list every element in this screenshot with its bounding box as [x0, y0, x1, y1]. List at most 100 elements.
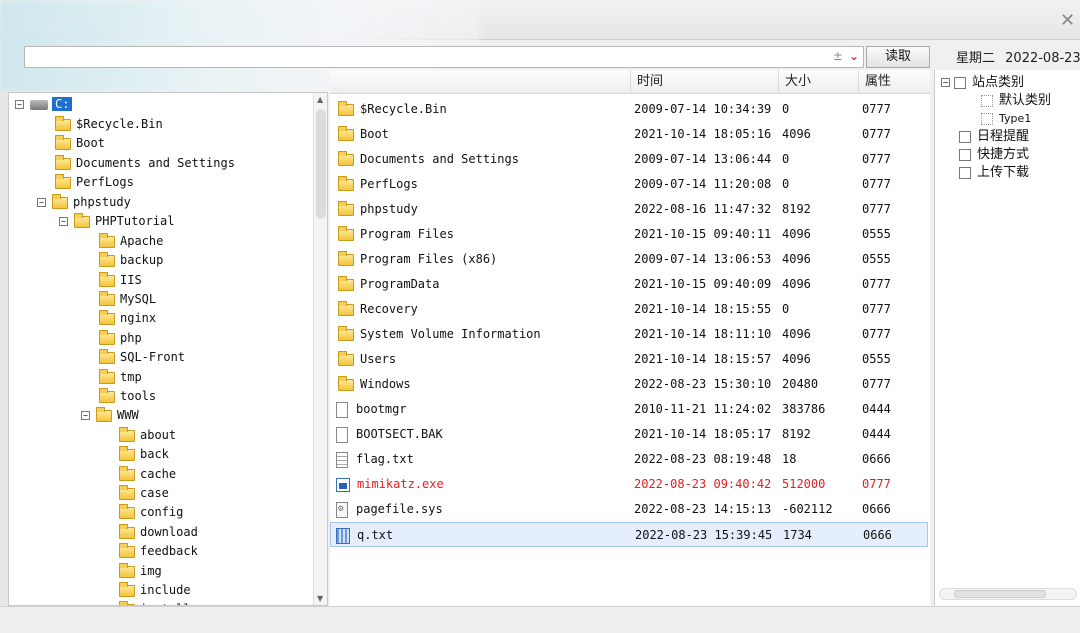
tree-node[interactable]: IIS — [99, 271, 142, 290]
column-attr[interactable]: 属性 — [858, 70, 930, 94]
file-row[interactable]: System Volume Information 2021-10-14 18:1… — [330, 322, 928, 347]
tree-label: include — [140, 583, 191, 597]
file-row[interactable]: flag.txt 2022-08-23 08:19:48 18 0666 — [330, 447, 928, 472]
tree-node-schedule[interactable]: 日程提醒 — [959, 128, 1029, 146]
collapse-icon[interactable]: − — [941, 78, 950, 87]
file-row[interactable]: Boot 2021-10-14 18:05:16 4096 0777 — [330, 122, 928, 147]
column-size[interactable]: 大小 — [778, 70, 858, 94]
tree-node[interactable]: php — [99, 329, 142, 348]
tree-node-site-category[interactable]: − 站点类别 — [941, 74, 1024, 92]
tree-node[interactable]: tmp — [99, 368, 142, 387]
file-row[interactable]: bootmgr 2010-11-21 11:24:02 383786 0444 — [330, 397, 928, 422]
file-name: Recovery — [360, 302, 418, 316]
folder-icon — [338, 300, 354, 316]
scroll-down-icon[interactable]: ▼ — [317, 594, 323, 603]
close-icon[interactable]: ✕ — [1060, 12, 1075, 30]
tree-node[interactable]: include — [119, 581, 191, 600]
file-row[interactable]: Windows 2022-08-23 15:30:10 20480 0777 — [330, 372, 928, 397]
folder-icon — [119, 581, 135, 597]
tree-node[interactable]: config — [119, 503, 183, 522]
tree-node[interactable]: back — [119, 445, 169, 464]
collapse-icon[interactable]: − — [81, 411, 90, 420]
tree-node[interactable]: − phpstudy — [37, 193, 131, 212]
file-row-selected[interactable]: q.txt 2022-08-23 15:39:45 1734 0666 — [330, 522, 928, 547]
tree-node-type1[interactable]: Type1 — [981, 110, 1031, 128]
column-name[interactable] — [330, 70, 630, 94]
tree-node[interactable]: − WWW — [81, 406, 139, 425]
scroll-thumb[interactable] — [954, 590, 1046, 598]
file-row[interactable]: PerfLogs 2009-07-14 11:20:08 0 0777 — [330, 172, 928, 197]
tree-node[interactable]: MySQL — [99, 290, 156, 309]
scroll-up-icon[interactable]: ▲ — [317, 95, 323, 104]
file-time: 2010-11-21 11:24:02 — [634, 402, 772, 416]
tree-node[interactable]: about — [119, 426, 176, 445]
path-input[interactable]: ± ⌄ — [24, 46, 864, 68]
tree-node-default-category[interactable]: 默认类别 — [981, 92, 1051, 110]
tree-node[interactable]: $Recycle.Bin — [55, 115, 163, 134]
file-row[interactable]: mimikatz.exe 2022-08-23 09:40:42 512000 077… — [330, 472, 928, 497]
tree-node[interactable]: tools — [99, 387, 156, 406]
folder-icon — [119, 503, 135, 519]
tree-node[interactable]: Boot — [55, 134, 105, 153]
file-row[interactable]: Program Files (x86) 2009-07-14 13:06:53 40… — [330, 247, 928, 272]
path-controls[interactable]: ± ⌄ — [833, 49, 859, 63]
tree-node-shortcut[interactable]: 快捷方式 — [959, 146, 1029, 164]
horizontal-scrollbar[interactable] — [939, 588, 1077, 600]
date-label: 2022-08-23 — [1005, 51, 1080, 66]
tree-node-drive[interactable]: − C: — [15, 95, 73, 114]
tree-node[interactable]: PerfLogs — [55, 173, 134, 192]
column-time[interactable]: 时间 — [630, 70, 778, 94]
chevron-down-icon[interactable]: ⌄ — [849, 49, 859, 63]
file-size: 4096 — [782, 352, 811, 366]
file-name: $Recycle.Bin — [360, 102, 447, 116]
tree-label: tools — [120, 389, 157, 403]
file-attr: 0555 — [862, 252, 891, 266]
tree-node-upload-download[interactable]: 上传下载 — [959, 164, 1029, 182]
file-row[interactable]: pagefile.sys 2022-08-23 14:15:13 -602112 06… — [330, 497, 928, 522]
tree-scrollbar[interactable]: ▲ ▼ — [313, 93, 327, 605]
file-row[interactable]: $Recycle.Bin 2009-07-14 10:34:39 0 0777 — [330, 97, 928, 122]
tree-node[interactable]: case — [119, 484, 169, 503]
file-attr: 0777 — [862, 327, 891, 341]
file-row[interactable]: Program Files 2021-10-15 09:40:11 4096 0555 — [330, 222, 928, 247]
tree-node[interactable]: backup — [99, 251, 163, 270]
file-row[interactable]: BOOTSECT.BAK 2021-10-14 18:05:17 8192 0444 — [330, 422, 928, 447]
tree-label: Boot — [76, 136, 105, 150]
file-time: 2021-10-14 18:15:57 — [634, 352, 772, 366]
tree-label: PerfLogs — [76, 175, 134, 189]
collapse-icon[interactable]: − — [37, 198, 46, 207]
tree-node[interactable]: SQL-Front — [99, 348, 185, 367]
collapse-icon[interactable]: − — [59, 217, 68, 226]
file-row[interactable]: phpstudy 2022-08-16 11:47:32 8192 0777 — [330, 197, 928, 222]
scroll-thumb[interactable] — [316, 109, 326, 219]
file-size: 4096 — [782, 227, 811, 241]
read-button[interactable]: 读取 — [866, 46, 930, 68]
directory-tree[interactable]: − C: $Recycle.Bin Boot Documents and Sett… — [8, 92, 328, 606]
tree-node[interactable]: nginx — [99, 309, 156, 328]
collapse-icon[interactable]: − — [15, 100, 24, 109]
file-name: flag.txt — [356, 452, 414, 466]
tree-node[interactable]: img — [119, 562, 162, 581]
tree-node[interactable]: Documents and Settings — [55, 154, 235, 173]
file-attr: 0444 — [862, 427, 891, 441]
file-attr: 0777 — [862, 177, 891, 191]
file-row[interactable]: Documents and Settings 2009-07-14 13:06:4… — [330, 147, 928, 172]
file-time: 2021-10-14 18:15:55 — [634, 302, 772, 316]
tree-label: back — [140, 447, 169, 461]
file-size: 383786 — [782, 402, 826, 416]
left-edge — [0, 92, 8, 606]
file-row[interactable]: Users 2021-10-14 18:15:57 4096 0555 — [330, 347, 928, 372]
file-row[interactable]: Recovery 2021-10-14 18:15:55 0 0777 — [330, 297, 928, 322]
tree-node[interactable]: cache — [119, 465, 176, 484]
file-name: pagefile.sys — [356, 502, 443, 516]
file-row[interactable]: ProgramData 2021-10-15 09:40:09 4096 0777 — [330, 272, 928, 297]
folder-icon — [338, 350, 354, 366]
file-name: bootmgr — [356, 402, 407, 416]
file-name: Program Files — [360, 227, 454, 241]
tree-node[interactable]: Apache — [99, 232, 163, 251]
file-list[interactable]: $Recycle.Bin 2009-07-14 10:34:39 0 0777 Boo… — [330, 94, 930, 606]
file-time: 2009-07-14 11:20:08 — [634, 177, 772, 191]
tree-node[interactable]: − PHPTutorial — [59, 212, 174, 231]
tree-node[interactable]: feedback — [119, 542, 198, 561]
tree-node[interactable]: download — [119, 523, 198, 542]
